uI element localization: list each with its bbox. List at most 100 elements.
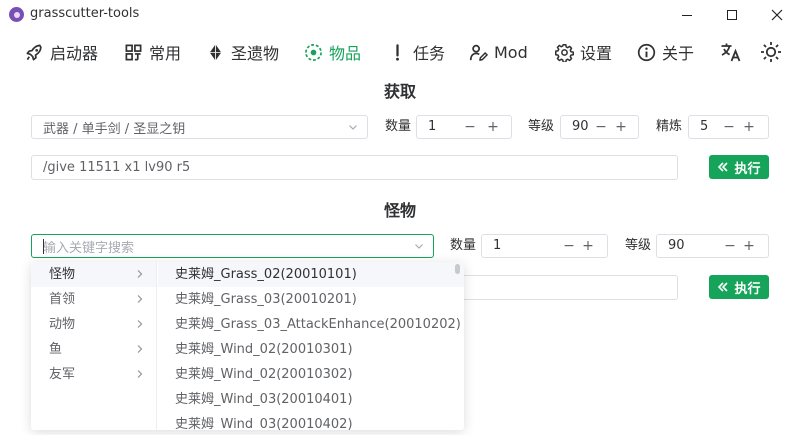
- nav-label: 设置: [580, 44, 613, 63]
- text-caret: [43, 239, 44, 254]
- theme-toggle[interactable]: [760, 36, 788, 68]
- pen-user-icon: [469, 44, 488, 61]
- sun-icon: [761, 42, 781, 62]
- category-label: 鱼: [49, 342, 63, 357]
- category-item[interactable]: 友军: [31, 362, 156, 387]
- language-toggle[interactable]: [720, 36, 748, 68]
- gear-icon: [555, 43, 574, 62]
- refine-value: 5: [700, 119, 709, 134]
- nav-item-common[interactable]: 常用: [124, 36, 181, 68]
- level-value: 90: [572, 119, 589, 134]
- category-label: 首领: [49, 292, 76, 307]
- option-item[interactable]: 史莱姆_Wind_03(20010401): [158, 387, 464, 412]
- option-item[interactable]: 史莱姆_Wind_02(20010302): [158, 362, 464, 387]
- execute-button[interactable]: 执行: [709, 275, 769, 299]
- grid-icon: [125, 44, 142, 60]
- category-list: 怪物 首领 动物 鱼 友军: [31, 262, 157, 430]
- window-title: grasscutter-tools: [30, 6, 140, 21]
- category-item[interactable]: 动物: [31, 312, 156, 337]
- main-nav: 启动器 常用 圣遗物 物品 任务 Mod 设置 关于: [0, 36, 800, 68]
- option-item[interactable]: 史莱姆_Grass_02(20010101): [158, 262, 464, 287]
- execute-label: 执行: [734, 161, 761, 177]
- nav-item-settings[interactable]: 设置: [555, 36, 612, 68]
- refine-label: 精炼: [656, 119, 683, 134]
- monster-quantity-stepper[interactable]: 1 − +: [481, 234, 608, 258]
- nav-item-artifacts[interactable]: 圣遗物: [206, 36, 279, 68]
- category-label: 友军: [49, 367, 76, 382]
- search-placeholder: 输入关键字搜索: [43, 240, 135, 256]
- info-icon: [637, 43, 656, 61]
- chevron-right-icon: [137, 370, 143, 378]
- category-item[interactable]: 首领: [31, 287, 156, 312]
- quantity-value: 1: [493, 238, 502, 253]
- monster-search-select[interactable]: 输入关键字搜索: [31, 234, 434, 258]
- nav-item-quests[interactable]: 任务: [388, 36, 445, 68]
- refine-stepper[interactable]: 5 − +: [688, 115, 769, 139]
- decrement-button[interactable]: −: [594, 116, 608, 138]
- increment-button[interactable]: +: [486, 116, 500, 138]
- quantity-label: 数量: [450, 238, 477, 253]
- category-item[interactable]: 怪物: [31, 262, 156, 287]
- nav-label: 任务: [413, 44, 446, 63]
- nav-label: 常用: [149, 44, 182, 63]
- nav-item-launcher[interactable]: 启动器: [25, 36, 98, 68]
- level-stepper[interactable]: 90 − +: [560, 115, 639, 139]
- nav-item-about[interactable]: 关于: [637, 36, 694, 68]
- increment-button[interactable]: +: [742, 116, 756, 138]
- maximize-button[interactable]: [709, 0, 755, 30]
- chevron-down-icon: [415, 244, 423, 249]
- exclamation-icon: [396, 43, 399, 61]
- minimize-icon: [682, 14, 692, 16]
- option-item[interactable]: 史莱姆_Grass_03(20010201): [158, 287, 464, 312]
- execute-button[interactable]: 执行: [709, 155, 769, 179]
- option-list: 史莱姆_Grass_02(20010101) 史莱姆_Grass_03(2001…: [158, 262, 464, 430]
- chevron-right-icon: [137, 345, 143, 353]
- nav-label: 物品: [329, 44, 362, 63]
- chevron-right-icon: [137, 270, 143, 278]
- close-button[interactable]: [754, 0, 800, 30]
- diamond-icon: [209, 43, 222, 61]
- app-logo-icon: [9, 7, 24, 22]
- double-chevron-left-icon: [718, 282, 729, 292]
- chevron-down-icon: [349, 125, 357, 130]
- decrement-button[interactable]: −: [463, 116, 477, 138]
- decrement-button[interactable]: −: [722, 116, 736, 138]
- category-item[interactable]: 鱼: [31, 337, 156, 362]
- nav-item-mod[interactable]: Mod: [469, 36, 528, 68]
- option-item[interactable]: 史莱姆_Grass_03_AttackEnhance(20010202): [158, 312, 464, 337]
- execute-label: 执行: [734, 281, 761, 297]
- nav-item-items[interactable]: 物品: [304, 36, 361, 68]
- increment-button[interactable]: +: [614, 116, 628, 138]
- category-label: 动物: [49, 317, 76, 332]
- increment-button[interactable]: +: [581, 235, 595, 257]
- section-title-monster: 怪物: [383, 201, 416, 220]
- nav-label: 关于: [662, 44, 695, 63]
- nav-label: 圣遗物: [231, 44, 280, 63]
- nav-label: Mod: [494, 42, 528, 62]
- target-icon: [305, 43, 322, 61]
- item-cascader[interactable]: 武器 / 单手剑 / 圣显之钥: [31, 115, 368, 139]
- double-chevron-left-icon: [718, 162, 729, 172]
- give-command-field[interactable]: /give 11511 x1 lv90 r5: [31, 155, 678, 180]
- level-value: 90: [668, 238, 685, 253]
- option-item[interactable]: 史莱姆_Wind_03(20010402): [158, 412, 464, 430]
- quantity-label: 数量: [385, 119, 412, 134]
- rocket-icon: [26, 44, 42, 60]
- title-bar: grasscutter-tools: [0, 0, 800, 30]
- section-title-obtain: 获取: [383, 82, 416, 101]
- quantity-stepper[interactable]: 1 − +: [416, 115, 512, 139]
- increment-button[interactable]: +: [742, 235, 756, 257]
- decrement-button[interactable]: −: [723, 235, 737, 257]
- maximize-icon: [727, 10, 737, 20]
- translate-icon: [721, 43, 741, 62]
- category-label: 怪物: [49, 267, 76, 282]
- scrollbar-thumb[interactable]: [455, 264, 460, 274]
- monster-dropdown-panel: 怪物 首领 动物 鱼 友军 史莱姆_Grass_02(20010101) 史莱姆…: [31, 262, 464, 430]
- monster-level-stepper[interactable]: 90 − +: [656, 234, 769, 258]
- minimize-button[interactable]: [664, 0, 710, 30]
- decrement-button[interactable]: −: [562, 235, 576, 257]
- level-label: 等级: [625, 238, 652, 253]
- nav-label: 启动器: [50, 44, 99, 63]
- option-item[interactable]: 史莱姆_Wind_02(20010301): [158, 337, 464, 362]
- level-label: 等级: [528, 119, 555, 134]
